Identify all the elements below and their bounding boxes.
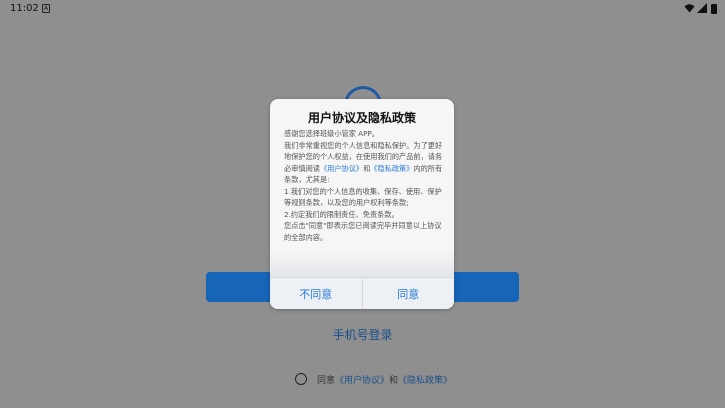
signal-icon <box>697 3 707 13</box>
dialog-paragraph-importance: 我们非常重视您的个人信息和隐私保护。为了更好地保护您的个人权益，在使用我们的产品… <box>284 140 444 186</box>
dialog-title: 用户协议及隐私政策 <box>307 111 416 125</box>
dialog-privacy-policy-link[interactable]: 《隐私政策》 <box>370 164 413 173</box>
user-agreement-link[interactable]: 《用户协议》 <box>335 373 389 386</box>
agree-and: 和 <box>389 375 399 386</box>
phone-login-link[interactable]: 手机号登录 <box>290 326 435 343</box>
dialog-user-agreement-link[interactable]: 《用户协议》 <box>320 164 363 173</box>
agree-radio[interactable] <box>295 373 307 385</box>
privacy-policy-link[interactable]: 《隐私政策》 <box>398 373 452 386</box>
dialog-fade <box>270 249 454 277</box>
dialog-line-item1: 1.我们对您的个人信息的收集、保存、使用、保护等规则条款，以及您的用户权利等条款… <box>284 186 442 208</box>
privacy-dialog: 用户协议及隐私政策 感谢您选择班级小管家 APP。 我们非常重视您的个人信息和隐… <box>270 99 454 309</box>
battery-icon <box>711 4 717 14</box>
disagree-button[interactable]: 不同意 <box>270 278 363 309</box>
notification-icon: A <box>42 4 50 13</box>
dialog-line-consent: 您点击"同意"即表示您已阅读完毕并同意以上协议的全部内容。 <box>284 221 442 242</box>
agree-prefix: 同意 <box>317 375 336 386</box>
dialog-line-welcome: 感谢您选择班级小管家 APP。 <box>284 129 379 138</box>
status-time: 11:02 <box>10 3 39 14</box>
wifi-icon <box>684 4 695 13</box>
status-bar: 11:02 A <box>0 0 725 18</box>
dialog-button-bar: 不同意 同意 <box>270 277 454 309</box>
dialog-body: 感谢您选择班级小管家 APP。 我们非常重视您的个人信息和隐私保护。为了更好地保… <box>284 128 444 243</box>
agree-button[interactable]: 同意 <box>363 278 455 309</box>
dialog-line-item2: 2.约定我们的限制责任、免责条款。 <box>284 209 399 219</box>
agreement-row: 同意 《用户协议》 和 《隐私政策》 <box>295 372 452 386</box>
